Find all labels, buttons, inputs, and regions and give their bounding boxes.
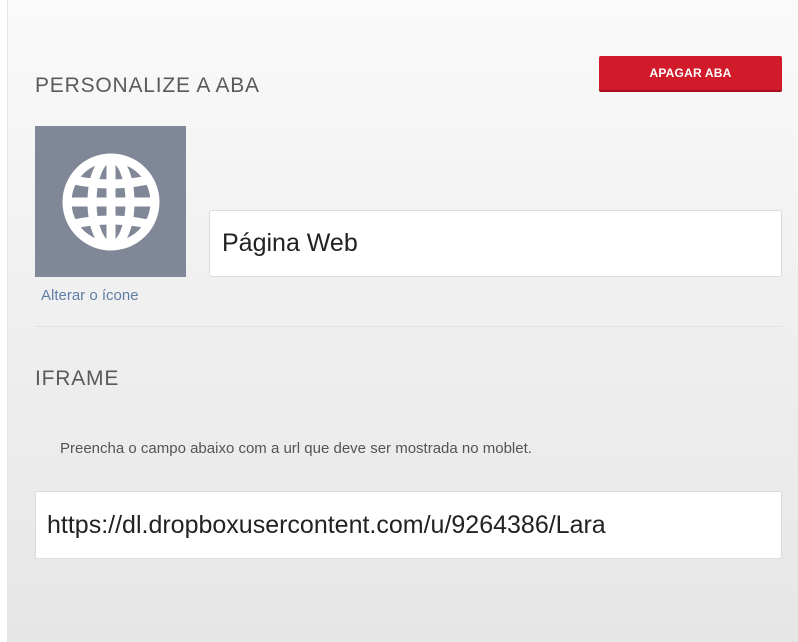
globe-icon — [62, 153, 159, 250]
iframe-instructions: Preencha o campo abaixo com a url que de… — [60, 440, 532, 457]
iframe-url-input[interactable] — [35, 491, 782, 559]
tab-settings-panel: PERSONALIZE A ABA APAGAR ABA Alterar o í… — [7, 0, 798, 642]
change-icon-link[interactable]: Alterar o ícone — [41, 287, 139, 304]
section-divider — [35, 326, 782, 327]
customize-tab-title: PERSONALIZE A ABA — [35, 74, 260, 97]
delete-tab-button[interactable]: APAGAR ABA — [599, 56, 782, 92]
iframe-section-title: IFRAME — [35, 367, 120, 390]
tab-icon-preview[interactable] — [35, 126, 186, 277]
tab-name-input[interactable] — [209, 210, 782, 277]
